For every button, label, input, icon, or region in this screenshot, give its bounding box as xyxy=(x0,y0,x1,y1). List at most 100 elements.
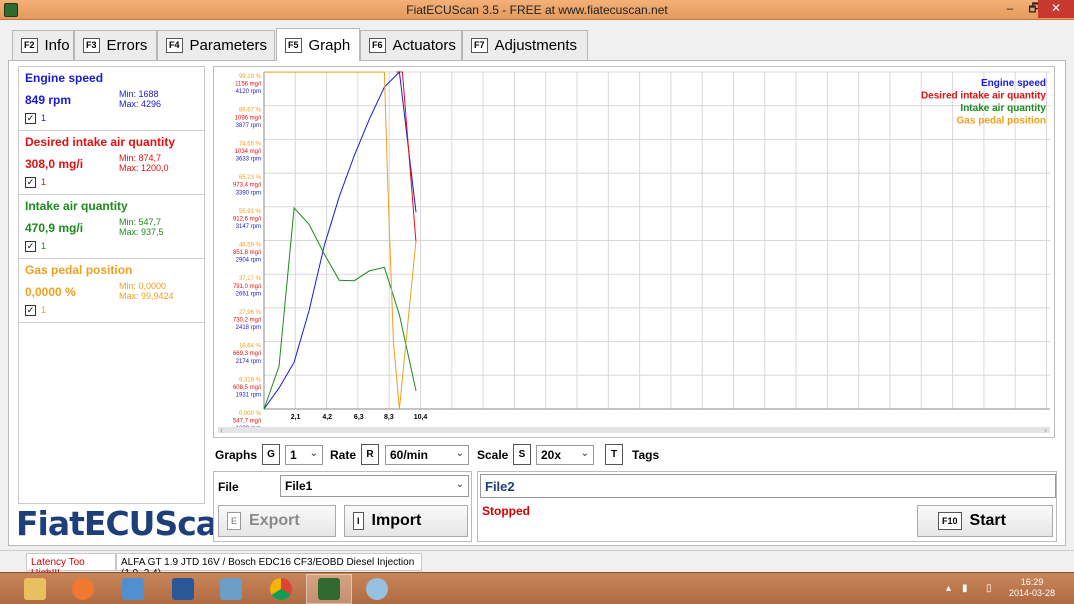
tab-graph[interactable]: F5 Graph xyxy=(276,28,360,61)
y-tick-label: 3633 rpm xyxy=(236,157,261,163)
vehicle-info: ALFA GT 1.9 JTD 16V / Bosch EDC16 CF3/EO… xyxy=(116,553,422,579)
sensor-checkbox[interactable]: ✓ xyxy=(25,177,36,188)
tab-key: F7 xyxy=(471,38,488,53)
series-line xyxy=(396,71,417,243)
series-line xyxy=(263,206,417,410)
sensor-minmax: Min: 874,7 Max: 1200,0 xyxy=(119,153,169,173)
taskbar-word-icon[interactable] xyxy=(160,574,206,604)
sensor-min: Min: 0,0000 xyxy=(119,281,167,291)
y-tick-label: 1931 rpm xyxy=(236,393,261,399)
sensor-checkbox-label: 1 xyxy=(41,113,47,123)
y-tick-label: 86,67 % xyxy=(239,108,262,114)
tags-label[interactable]: Tags xyxy=(632,448,659,462)
taskbar-clock[interactable]: 16:29 2014-03-28 xyxy=(1002,577,1062,599)
sensor-max: Max: 4296 xyxy=(119,99,162,109)
tab-label: Info xyxy=(44,37,70,54)
sensor-desired-intake-air[interactable]: Desired intake air quantity 308,0 mg/i M… xyxy=(19,131,204,195)
tab-label: Graph xyxy=(308,36,351,54)
sensor-intake-air[interactable]: Intake air quantity 470,9 mg/i Min: 547,… xyxy=(19,195,204,259)
tags-key[interactable]: T xyxy=(605,444,623,465)
taskbar-explorer-icon[interactable] xyxy=(12,574,58,604)
tab-key: F3 xyxy=(83,38,100,53)
import-label: Import xyxy=(371,512,422,529)
tab-key: F5 xyxy=(285,37,302,53)
sensor-checkbox-label: 1 xyxy=(41,305,47,315)
y-tick-label: 973,4 mg/i xyxy=(233,183,261,189)
legend-entry: Desired intake air quantity xyxy=(921,91,1046,102)
sensor-name: Intake air quantity xyxy=(25,199,128,213)
sensor-name: Gas pedal position xyxy=(25,263,133,277)
tray-arrow-icon[interactable]: ▴ xyxy=(946,583,951,594)
legend-entry: Gas pedal position xyxy=(957,116,1046,127)
tray-battery-icon[interactable]: ▯ xyxy=(986,583,992,594)
legend-entry: Intake air quantity xyxy=(960,103,1046,114)
y-tick-label: 1034 mg/i xyxy=(235,149,261,155)
tab-key: F2 xyxy=(21,38,38,53)
rate-key[interactable]: R xyxy=(361,444,379,465)
y-tick-label: 2418 rpm xyxy=(236,325,261,331)
y-tick-label: 27,96 % xyxy=(239,310,262,316)
sensor-checkbox-label: 1 xyxy=(41,177,47,187)
y-tick-label: 3147 rpm xyxy=(236,224,261,230)
app-logo: FiatECUScan xyxy=(16,504,241,543)
sensor-checkbox[interactable]: ✓ xyxy=(25,305,36,316)
graphs-key[interactable]: G xyxy=(262,444,280,465)
clock-time: 16:29 xyxy=(1020,577,1044,587)
close-button[interactable]: ✕ xyxy=(1038,0,1074,18)
start-label: Start xyxy=(969,512,1006,529)
tray-network-icon[interactable]: ▮ xyxy=(962,583,968,594)
tab-actuators[interactable]: F6 Actuators xyxy=(360,30,462,60)
tab-parameters[interactable]: F4 Parameters xyxy=(157,30,275,60)
clock-date: 2014-03-28 xyxy=(1008,588,1056,598)
graph-svg: 99,19 % 1156 mg/i4120 rpm 86,67 %1096 mg/i… xyxy=(218,70,1050,435)
tab-label: Parameters xyxy=(189,37,268,54)
sensor-engine-speed[interactable]: Engine speed 849 rpm Min: 1688 Max: 4296 … xyxy=(19,67,204,131)
sensor-max: Max: 99,9424 xyxy=(119,291,174,301)
y-tick-label: 3877 rpm xyxy=(236,123,261,129)
file2-panel: File2 Stopped F10 Start xyxy=(477,471,1057,542)
scale-select[interactable]: 20x ⌄ xyxy=(536,445,594,465)
sensor-checkbox[interactable]: ✓ xyxy=(25,113,36,124)
sensor-panel: Engine speed 849 rpm Min: 1688 Max: 4296 … xyxy=(18,66,205,504)
title-bar: FiatECUScan 3.5 - FREE at www.fiatecusca… xyxy=(0,0,1074,20)
chevron-down-icon: ⌄ xyxy=(580,448,589,459)
y-tick-label: 730,2 mg/i xyxy=(233,318,261,324)
tab-adjustments[interactable]: F7 Adjustments xyxy=(462,30,588,60)
y-tick-label: 74,55 % xyxy=(239,141,262,147)
graph-area[interactable]: 99,19 % 1156 mg/i 4120 rpm 86,67 % 1096 mg/i… xyxy=(213,66,1055,438)
file2-name-field[interactable]: File2 xyxy=(480,474,1056,498)
sensor-min: Min: 547,7 xyxy=(119,217,162,227)
export-button[interactable]: E Export xyxy=(218,505,336,537)
start-key: F10 xyxy=(938,512,962,530)
y-tick-label: 9,319 % xyxy=(239,377,262,383)
x-tick-label: 8,3 xyxy=(384,414,394,421)
taskbar-paint-icon[interactable] xyxy=(354,574,400,604)
taskbar: ▴ ▮ ▯ 16:29 2014-03-28 xyxy=(0,572,1074,604)
export-label: Export xyxy=(249,512,300,529)
y-tick-label: 37,27 % xyxy=(239,276,262,282)
start-button[interactable]: F10 Start xyxy=(917,505,1053,537)
sensor-min: Min: 874,7 xyxy=(119,153,162,163)
minimize-button[interactable]: – xyxy=(998,0,1022,18)
scale-key[interactable]: S xyxy=(513,444,531,465)
tab-info[interactable]: F2 Info xyxy=(12,30,74,60)
taskbar-media-icon[interactable] xyxy=(60,574,106,604)
x-tick-label: 4,2 xyxy=(322,414,332,421)
taskbar-chrome-icon[interactable] xyxy=(258,574,304,604)
sensor-gas-pedal[interactable]: Gas pedal position 0,0000 % Min: 0,0000 M… xyxy=(19,259,204,323)
export-key: E xyxy=(227,512,242,530)
sensor-checkbox[interactable]: ✓ xyxy=(25,241,36,252)
status-bar: Latency Too High!!! ALFA GT 1.9 JTD 16V … xyxy=(0,550,1074,579)
taskbar-network-icon[interactable] xyxy=(110,574,156,604)
tab-errors[interactable]: F3 Errors xyxy=(74,30,157,60)
sensor-value: 308,0 mg/i xyxy=(25,157,84,171)
y-tick-label: 0,000 % xyxy=(239,411,262,417)
import-button[interactable]: I Import xyxy=(344,505,468,537)
taskbar-notepad-icon[interactable] xyxy=(208,574,254,604)
graphs-select[interactable]: 1 ⌄ xyxy=(285,445,323,465)
graphs-label: Graphs xyxy=(215,448,258,462)
taskbar-fiatecuscan-icon[interactable] xyxy=(306,574,352,604)
rate-select[interactable]: 60/min ⌄ xyxy=(385,445,469,465)
file-select[interactable]: File1 ⌄ xyxy=(280,475,469,497)
y-tick-label: 912,6 mg/i xyxy=(233,216,261,222)
